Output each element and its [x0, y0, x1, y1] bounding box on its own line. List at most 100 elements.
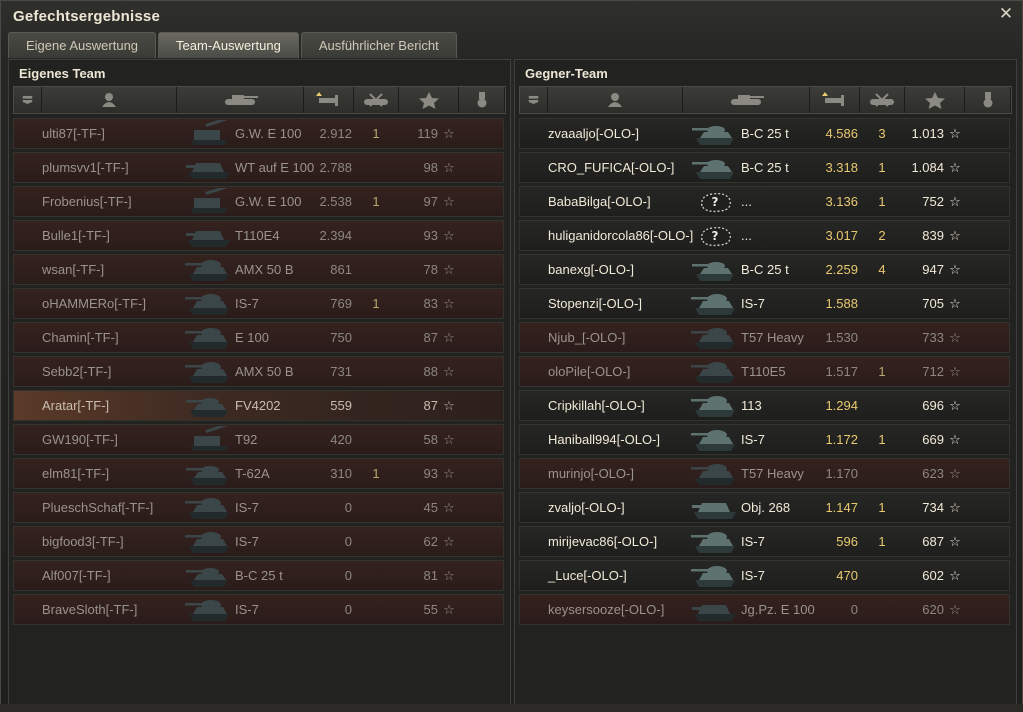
tank-name: AMX 50 B	[235, 262, 294, 277]
column-header-tank[interactable]	[177, 87, 304, 113]
xp-star-icon: ☆	[949, 228, 961, 243]
column-header-medal[interactable]	[459, 87, 505, 113]
player-row[interactable]: banexg[-OLO-] B-C 25 t 2.259 4 947 ☆	[519, 254, 1010, 285]
player-name: keysersooze[-OLO-]	[548, 602, 665, 617]
player-row[interactable]: zvaljo[-OLO-] Obj. 268 1.147 1 734 ☆	[519, 492, 1010, 523]
player-name: banexg[-OLO-]	[548, 262, 634, 277]
player-row[interactable]: elm81[-TF-] T-62A 310 1 93 ☆	[13, 458, 504, 489]
player-row[interactable]: zvaaaljo[-OLO-] B-C 25 t 4.586 3 1.013 ☆	[519, 118, 1010, 149]
tank-thumbnail	[690, 256, 740, 283]
player-name: Frobenius[-TF-]	[42, 194, 132, 209]
player-row[interactable]: Chamin[-TF-] E 100 750 87 ☆	[13, 322, 504, 353]
column-header-xp-star[interactable]	[399, 87, 459, 113]
player-row[interactable]: oloPile[-OLO-] T110E5 1.517 1 712 ☆	[519, 356, 1010, 387]
player-row[interactable]: Cripkillah[-OLO-] 113 1.294 696 ☆	[519, 390, 1010, 421]
player-row[interactable]: CRO_FUFICA[-OLO-] B-C 25 t 3.318 1 1.084 ☆	[519, 152, 1010, 183]
damage-icon	[315, 92, 338, 106]
xp-star-icon: ☆	[949, 500, 961, 515]
xp-star-icon: ☆	[443, 568, 455, 583]
xp-value: 81	[423, 568, 438, 583]
tank-name: B-C 25 t	[235, 568, 283, 583]
player-row[interactable]: BabaBilga[-OLO-]?... 3.136 1 752 ☆	[519, 186, 1010, 217]
damage-value: 750	[330, 330, 352, 345]
tank-thumbnail	[690, 324, 740, 351]
background-strip	[0, 704, 1023, 712]
column-header-xp-star[interactable]	[905, 87, 965, 113]
column-header-player[interactable]	[42, 87, 177, 113]
player-row[interactable]: bigfood3[-TF-] IS-7 0 62 ☆	[13, 526, 504, 557]
player-row[interactable]: _Luce[-OLO-] IS-7 470 602 ☆	[519, 560, 1010, 591]
xp-value: 97	[423, 194, 438, 209]
column-header-damage[interactable]	[304, 87, 354, 113]
player-row[interactable]: Frobenius[-TF-] G.W. E 100 2.538 1 97 ☆	[13, 184, 504, 217]
tab-detailed-report[interactable]: Ausführlicher Bericht	[300, 32, 457, 58]
player-name: Aratar[-TF-]	[42, 398, 110, 413]
player-row[interactable]: Alf007[-TF-] B-C 25 t 0 81 ☆	[13, 560, 504, 591]
player-row[interactable]: Njub_[-OLO-] T57 Heavy 1.530 733 ☆	[519, 322, 1010, 353]
tab-team-results[interactable]: Team-Auswertung	[158, 32, 299, 58]
player-row[interactable]: GW190[-TF-] T92 420 58 ☆	[13, 422, 504, 455]
column-header-medal[interactable]	[965, 87, 1011, 113]
medal-icon	[983, 92, 992, 108]
column-header-squad[interactable]	[14, 87, 42, 113]
damage-value: 861	[330, 262, 352, 277]
player-row[interactable]: PlueschSchaf[-TF-] IS-7 0 45 ☆	[13, 492, 504, 523]
xp-value: 733	[922, 330, 944, 345]
kills-value: 1	[878, 364, 886, 379]
xp-star-icon: ☆	[443, 160, 455, 175]
tank-thumbnail	[690, 596, 740, 623]
column-header-squad[interactable]	[520, 87, 548, 113]
player-row[interactable]: keysersooze[-OLO-] Jg.Pz. E 100 0 620 ☆	[519, 594, 1010, 625]
column-header-kills[interactable]	[860, 87, 905, 113]
tank-name: T110E4	[235, 228, 280, 243]
tank-thumbnail	[184, 324, 234, 351]
player-row[interactable]: ulti87[-TF-] G.W. E 100 2.912 1 119 ☆	[13, 116, 504, 149]
xp-value: 119	[417, 126, 438, 141]
damage-value: 2.912	[319, 126, 352, 141]
xp-value: 602	[922, 568, 944, 583]
xp-star-icon: ☆	[949, 296, 961, 311]
close-icon[interactable]: ✕	[998, 5, 1014, 22]
tank-thumbnail	[690, 290, 740, 317]
tank-thumbnail: ?	[690, 188, 740, 215]
player-row[interactable]: wsan[-TF-] AMX 50 B 861 78 ☆	[13, 254, 504, 285]
xp-value: 705	[922, 296, 944, 311]
column-header-tank[interactable]	[683, 87, 810, 113]
heavy-tank-icon	[691, 566, 735, 587]
player-name: Bulle1[-TF-]	[42, 228, 110, 243]
tank-name: ...	[741, 194, 752, 209]
kills-value: 1	[878, 194, 886, 209]
damage-value: 2.259	[825, 262, 858, 277]
damage-value: 3.318	[825, 160, 858, 175]
damage-value: 1.294	[825, 398, 858, 413]
player-row[interactable]: Haniball994[-OLO-] IS-7 1.172 1 669 ☆	[519, 424, 1010, 455]
tab-personal-results[interactable]: Eigene Auswertung	[8, 32, 157, 58]
player-row[interactable]: huliganidorcola86[-OLO-]?... 3.017 2 839 ☆	[519, 220, 1010, 251]
xp-star-icon: ☆	[443, 228, 455, 243]
player-row[interactable]: Aratar[-TF-] FV4202 559 87 ☆	[13, 390, 504, 421]
tank-name: IS-7	[235, 602, 259, 617]
kills-value: 3	[878, 126, 886, 141]
xp-value: 947	[922, 262, 944, 277]
xp-star-icon: ☆	[949, 364, 961, 379]
xp-value: 55	[423, 602, 438, 617]
heavy-tank-icon	[185, 498, 229, 519]
player-row[interactable]: mirijevac86[-OLO-] IS-7 596 1 687 ☆	[519, 526, 1010, 557]
xp-star-icon	[418, 92, 439, 109]
xp-star-icon: ☆	[443, 602, 455, 617]
tank-name: Obj. 268	[741, 500, 791, 515]
player-row[interactable]: Bulle1[-TF-] T110E4 2.394 93 ☆	[13, 220, 504, 251]
column-header-damage[interactable]	[810, 87, 860, 113]
player-row[interactable]: BraveSloth[-TF-] IS-7 0 55 ☆	[13, 594, 504, 625]
column-header-kills[interactable]	[354, 87, 399, 113]
xp-star-icon: ☆	[949, 466, 961, 481]
player-row[interactable]: plumsvv1[-TF-] WT auf E 100 2.788 98 ☆	[13, 152, 504, 183]
player-row[interactable]: oHAMMERo[-TF-] IS-7 769 1 83 ☆	[13, 288, 504, 319]
player-row[interactable]: Stopenzi[-OLO-] IS-7 1.588 705 ☆	[519, 288, 1010, 319]
damage-value: 3.017	[825, 228, 858, 243]
heavy-tank-icon	[691, 430, 735, 451]
player-row[interactable]: Sebb2[-TF-] AMX 50 B 731 88 ☆	[13, 356, 504, 387]
player-row[interactable]: murinjo[-OLO-] T57 Heavy 1.170 623 ☆	[519, 458, 1010, 489]
column-header-player[interactable]	[548, 87, 683, 113]
tank-thumbnail	[690, 528, 740, 555]
